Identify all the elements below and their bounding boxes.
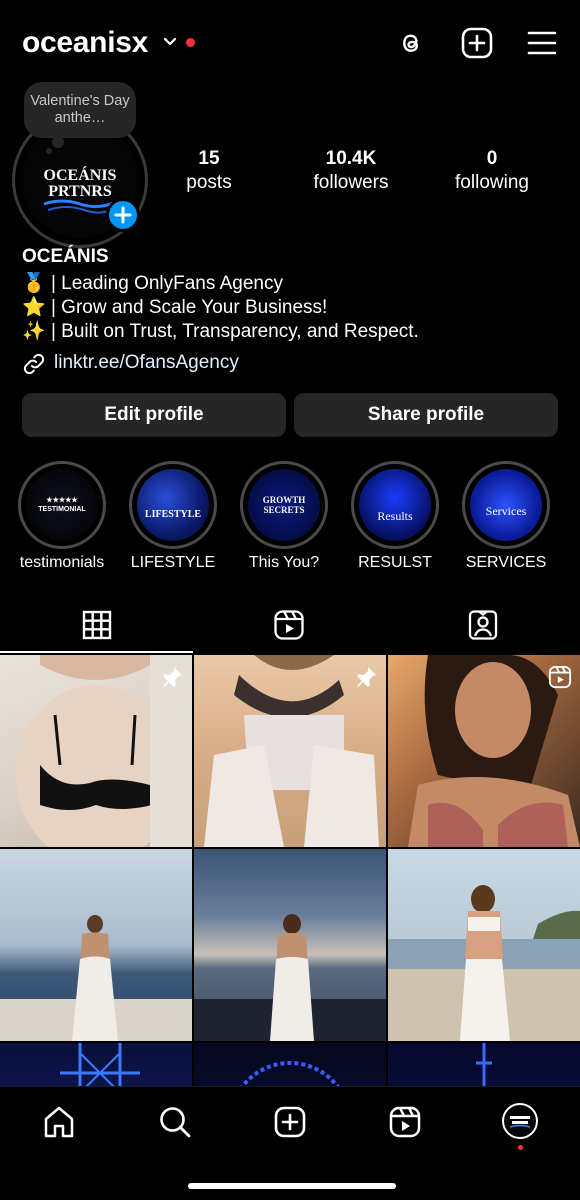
bio-text: | Grow and Scale Your Business! <box>45 297 328 318</box>
post-tile[interactable] <box>388 849 580 1041</box>
avatar-text-1: OCEÁNIS <box>44 165 117 184</box>
highlight-label: This You? <box>248 554 320 571</box>
profile-notification-dot <box>518 1145 523 1150</box>
bio-text: | Built on Trust, Transparency, and Resp… <box>45 321 419 342</box>
stat-value: 15 <box>198 148 220 169</box>
star-emoji: ⭐ <box>22 297 46 318</box>
highlight-cover-text: GROWTH SECRETS <box>262 495 306 515</box>
profile-avatar-icon <box>509 1116 531 1128</box>
stat-value: 0 <box>486 148 498 169</box>
reels-badge-icon <box>548 665 572 689</box>
tab-grid[interactable] <box>0 606 193 654</box>
grid-icon <box>82 610 112 640</box>
highlight-label: testimonials <box>19 554 105 571</box>
highlight-cover-text: Services <box>485 503 527 518</box>
highlight-cover-text: ★★★★★ TESTIMONIAL <box>38 497 86 513</box>
highlight-cover-text: Results <box>377 508 413 523</box>
post-tile[interactable] <box>0 655 192 847</box>
menu-icon[interactable] <box>525 26 559 60</box>
stat-posts[interactable]: 15 posts <box>149 148 269 195</box>
username[interactable]: oceanisx <box>22 26 148 60</box>
note-bubble[interactable]: Valentine's Day anthe… <box>24 82 136 138</box>
bio-text: | Leading OnlyFans Agency <box>45 273 283 294</box>
link-icon <box>23 353 45 375</box>
highlight-cover: ★★★★★ TESTIMONIAL <box>26 469 98 541</box>
home-icon[interactable] <box>42 1105 76 1139</box>
avatar-text-2: PRTNRS <box>48 183 112 200</box>
highlight-cover: LIFESTYLE <box>137 469 209 541</box>
edit-profile-button[interactable]: Edit profile <box>22 393 286 437</box>
bio-line: ✨ | Built on Trust, Transparency, and Re… <box>22 320 419 344</box>
post-image <box>0 915 192 1041</box>
tab-reels[interactable] <box>193 606 386 654</box>
stat-value: 10.4K <box>325 148 377 169</box>
stat-label: followers <box>313 172 389 193</box>
post-tile[interactable] <box>194 655 386 847</box>
highlight-label: RESULST <box>358 554 432 571</box>
notification-dot <box>186 38 195 47</box>
bio-line: 🥇 | Leading OnlyFans Agency <box>22 272 283 296</box>
create-post-icon[interactable] <box>460 26 494 60</box>
add-story-button[interactable] <box>106 198 140 232</box>
highlight-ring: Results <box>351 461 439 549</box>
share-profile-button[interactable]: Share profile <box>294 393 558 437</box>
highlight-cover: GROWTH SECRETS <box>248 469 320 541</box>
profile-nav-avatar[interactable] <box>502 1103 538 1139</box>
highlight-ring: GROWTH SECRETS <box>240 461 328 549</box>
link-text[interactable]: linktr.ee/OfansAgency <box>54 352 239 374</box>
post-tile[interactable] <box>388 655 580 847</box>
post-tile[interactable] <box>194 849 386 1041</box>
highlight-cover: Services <box>470 469 542 541</box>
search-icon[interactable] <box>158 1105 192 1139</box>
stat-following[interactable]: 0 following <box>432 148 552 195</box>
display-name: OCEÁNIS <box>22 246 109 267</box>
medal-emoji: 🥇 <box>22 273 46 294</box>
highlight-ring: ★★★★★ TESTIMONIAL <box>18 461 106 549</box>
post-tile[interactable] <box>0 849 192 1041</box>
highlight-cover: Results <box>359 469 431 541</box>
sparkles-emoji: ✨ <box>22 321 46 342</box>
plus-icon <box>114 206 132 224</box>
stat-label: following <box>455 172 529 193</box>
post-image <box>194 914 386 1041</box>
note-tail-small <box>46 148 52 154</box>
top-bar: oceanisx <box>0 18 580 72</box>
reels-icon <box>274 610 304 640</box>
tagged-icon <box>468 610 498 640</box>
highlight-label: SERVICES <box>465 554 547 571</box>
pin-icon <box>357 667 376 687</box>
stat-label: posts <box>186 172 232 193</box>
highlight-label: LIFESTYLE <box>130 554 216 571</box>
reels-nav-icon[interactable] <box>388 1105 422 1139</box>
threads-icon[interactable] <box>394 26 428 60</box>
create-icon[interactable] <box>273 1105 307 1139</box>
bio-line: ⭐ | Grow and Scale Your Business! <box>22 296 327 320</box>
highlight-ring: LIFESTYLE <box>129 461 217 549</box>
tab-active-indicator <box>0 651 193 653</box>
post-image <box>388 885 580 1041</box>
stat-followers[interactable]: 10.4K followers <box>291 148 411 195</box>
tab-tagged[interactable] <box>387 606 580 654</box>
pin-icon <box>163 667 182 687</box>
highlight-cover-text: LIFESTYLE <box>144 508 202 520</box>
home-indicator <box>188 1183 396 1189</box>
chevron-down-icon[interactable] <box>162 34 178 50</box>
note-tail <box>52 136 64 148</box>
highlight-ring: Services <box>462 461 550 549</box>
